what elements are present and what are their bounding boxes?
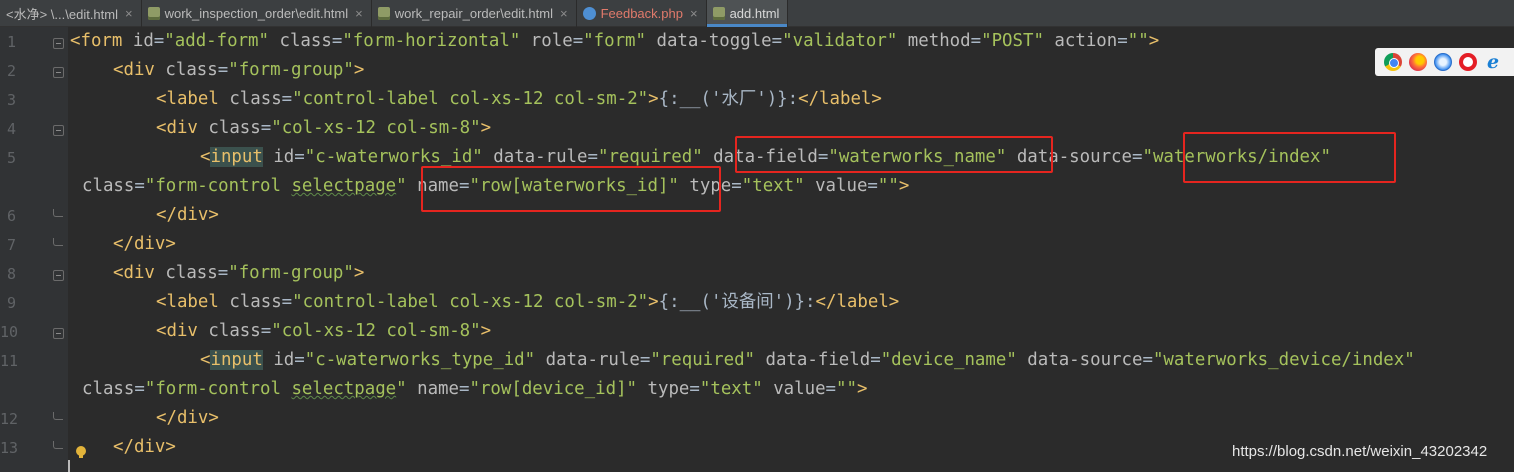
- code-line-11-wrap: class="form-control selectpage" name="ro…: [82, 379, 868, 399]
- safari-icon[interactable]: [1434, 53, 1452, 71]
- tab-work-repair-order-edit-html[interactable]: work_repair_order\edit.html ×: [372, 0, 577, 27]
- editor-tab-bar: <水净> \...\edit.html × work_inspection_or…: [0, 0, 1514, 27]
- tab-work-inspection-order-edit-html[interactable]: work_inspection_order\edit.html ×: [142, 0, 372, 27]
- code-line-1: <form id="add-form" class="form-horizont…: [70, 31, 1160, 51]
- ie-icon[interactable]: e: [1484, 53, 1502, 72]
- tab-label: Feedback.php: [600, 6, 683, 21]
- annotation-box-data-source: [1183, 132, 1396, 183]
- code-line-10: <div class="col-xs-12 col-sm-8">: [156, 321, 492, 341]
- code-line-7: </div>: [113, 234, 176, 254]
- code-line-8: <div class="form-group">: [113, 263, 365, 283]
- code-line-12: </div>: [156, 408, 219, 428]
- tab-feedback-php[interactable]: Feedback.php ×: [577, 0, 707, 27]
- browser-preview-bar: e: [1375, 48, 1514, 76]
- annotation-box-name: [421, 166, 721, 212]
- tab-label: <水净> \...\edit.html: [6, 7, 118, 22]
- html-file-icon: [377, 7, 390, 20]
- close-icon[interactable]: ×: [355, 6, 363, 21]
- close-icon[interactable]: ×: [690, 6, 698, 21]
- code-line-6: </div>: [156, 205, 219, 225]
- text-caret: [68, 460, 70, 472]
- html-file-icon: [147, 7, 160, 20]
- code-editor[interactable]: <form id="add-form" class="form-horizont…: [0, 27, 1514, 472]
- code-line-9: <label class="control-label col-xs-12 co…: [156, 292, 900, 312]
- php-class-icon: [582, 7, 596, 20]
- code-line-3: <label class="control-label col-xs-12 co…: [156, 89, 882, 109]
- close-icon[interactable]: ×: [125, 6, 133, 21]
- tab-label: work_repair_order\edit.html: [394, 6, 553, 21]
- chrome-icon[interactable]: [1384, 53, 1402, 71]
- code-line-11: <input id="c-waterworks_type_id" data-ru…: [200, 350, 1415, 370]
- tab-add-html[interactable]: add.html: [706, 0, 789, 27]
- watermark: https://blog.csdn.net/weixin_43202342: [1232, 443, 1488, 460]
- close-icon[interactable]: ×: [560, 6, 568, 21]
- tab-label: work_inspection_order\edit.html: [164, 6, 349, 21]
- tab-label: add.html: [729, 6, 780, 21]
- tab-water-edit-html[interactable]: <水净> \...\edit.html ×: [0, 0, 142, 27]
- opera-icon[interactable]: [1459, 53, 1477, 71]
- code-line-4: <div class="col-xs-12 col-sm-8">: [156, 118, 492, 138]
- annotation-box-data-field: [735, 136, 1053, 173]
- html-file-icon: [712, 7, 725, 20]
- code-line-13: </div>: [113, 437, 176, 457]
- lightbulb-icon[interactable]: [76, 446, 86, 458]
- code-line-2: <div class="form-group">: [113, 60, 365, 80]
- firefox-icon[interactable]: [1409, 53, 1427, 71]
